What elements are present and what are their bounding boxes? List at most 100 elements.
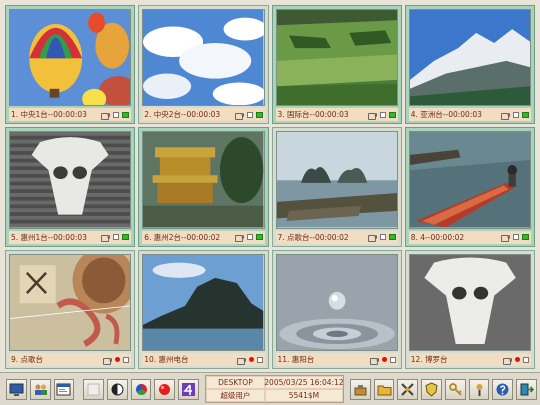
channel-label-2: 2. 中央2台--00:00:03 xyxy=(144,110,221,120)
channel-status-bar-3: 3. 国际台--00:00:03 xyxy=(275,108,398,122)
channel-status-bar-11: 11. 惠阳台 xyxy=(275,353,398,366)
channel-cell-12[interactable]: 12. 博罗台 xyxy=(404,249,535,369)
channel-status-bar-6: 6. 惠州2台--00:00:02 xyxy=(142,230,265,244)
video-feed-1[interactable] xyxy=(9,9,132,107)
camera-icon xyxy=(503,357,512,365)
channel-cell-3[interactable]: 3. 国际台--00:00:03 xyxy=(271,5,402,125)
record-checkbox-1[interactable] xyxy=(113,111,120,118)
channel-label-11: 11. 惠阳台 xyxy=(277,355,315,364)
signal-status-icon xyxy=(388,234,396,241)
key-icon[interactable] xyxy=(444,378,466,400)
color-wheel-icon[interactable] xyxy=(130,378,152,400)
record-checkbox-9[interactable] xyxy=(123,356,130,363)
signal-status-icon xyxy=(255,234,263,241)
channel-label-1: 1. 中央1台--00:00:03 xyxy=(11,110,87,120)
channel-label-12: 12. 博罗台 xyxy=(410,355,448,364)
channel-status-bar-8: 8. 4--00:00:02 xyxy=(408,230,531,244)
record-checkbox-3[interactable] xyxy=(379,111,386,118)
record-checkbox-11[interactable] xyxy=(389,356,396,363)
signal-status-icon xyxy=(122,111,130,118)
camera-icon xyxy=(101,234,111,243)
current-user: 超级用户 xyxy=(205,389,265,402)
record-checkbox-5[interactable] xyxy=(113,234,120,241)
record-indicator-icon xyxy=(381,357,387,362)
video-feed-7[interactable] xyxy=(275,131,398,229)
channel-cell-1[interactable]: 1. 中央1台--00:00:03 xyxy=(5,5,136,125)
channel-status-bar-9: 9. 点歌台 xyxy=(9,353,132,366)
channel-status-bar-10: 10. 惠州电台 xyxy=(142,353,265,366)
video-feed-2[interactable] xyxy=(142,9,265,107)
video-feed-6[interactable] xyxy=(142,131,265,229)
video-feed-12[interactable] xyxy=(408,253,531,351)
record-icon[interactable] xyxy=(468,378,490,400)
video-feed-9[interactable] xyxy=(9,253,132,351)
folder-icon[interactable] xyxy=(373,378,395,400)
channel-status-bar-2: 2. 中央2台--00:00:03 xyxy=(142,108,265,122)
record-indicator-icon xyxy=(248,357,254,362)
channel-cell-11[interactable]: 11. 惠阳台 xyxy=(271,249,402,369)
bottom-toolbar: DESKTOP 2005/03/25 16:04:12 超级用户 5541$M xyxy=(0,372,540,405)
video-feed-8[interactable] xyxy=(408,131,531,229)
camera-icon xyxy=(369,357,379,365)
channel-label-9: 9. 点歌台 xyxy=(11,355,44,364)
channel-cell-4[interactable]: 4. 亚洲台--00:00:03 xyxy=(404,5,535,125)
host-name: DESKTOP xyxy=(205,376,265,389)
blank-icon[interactable] xyxy=(83,378,104,400)
free-space: 5541$M xyxy=(264,389,343,402)
camera-icon xyxy=(101,112,111,120)
shield-icon[interactable] xyxy=(421,378,442,400)
people-icon[interactable] xyxy=(29,378,51,400)
record-checkbox-10[interactable] xyxy=(256,356,263,363)
exit-icon[interactable] xyxy=(516,378,537,400)
channel-cell-9[interactable]: 9. 点歌台 xyxy=(5,249,136,369)
record-checkbox-8[interactable] xyxy=(513,234,519,241)
video-grid: 1. 中央1台--00:00:03 2. 中央2台--00:00:03 3. 国… xyxy=(5,5,535,369)
window-icon[interactable] xyxy=(53,378,75,400)
camera-icon xyxy=(501,112,510,120)
channel-cell-8[interactable]: 8. 4--00:00:02 xyxy=(404,127,535,247)
signal-status-icon xyxy=(388,111,396,118)
signal-status-icon xyxy=(522,111,529,118)
record-checkbox-7[interactable] xyxy=(379,234,386,241)
camera-icon xyxy=(501,234,510,243)
date-time: 2005/03/25 16:04:12 xyxy=(264,376,344,389)
tools-icon[interactable] xyxy=(349,378,371,400)
channel-status-bar-12: 12. 博罗台 xyxy=(408,353,531,366)
camera-icon xyxy=(236,357,246,365)
channel-label-10: 10. 惠州电台 xyxy=(144,355,189,364)
record-indicator-icon xyxy=(115,357,121,362)
camera-icon xyxy=(234,112,244,120)
channel-status-bar-4: 4. 亚洲台--00:00:03 xyxy=(408,108,531,122)
channel-cell-6[interactable]: 6. 惠州2台--00:00:02 xyxy=(138,127,269,247)
channel-cell-2[interactable]: 2. 中央2台--00:00:03 xyxy=(138,5,269,125)
cross-tools-icon[interactable] xyxy=(397,378,419,400)
record-indicator-icon xyxy=(515,357,520,362)
monitor-icon[interactable] xyxy=(6,378,27,400)
help-icon[interactable] xyxy=(492,378,514,400)
record-checkbox-2[interactable] xyxy=(246,111,253,118)
video-feed-4[interactable] xyxy=(408,9,531,107)
number-4-icon[interactable] xyxy=(178,378,199,400)
channel-status-bar-5: 5. 惠州1台--00:00:03 xyxy=(9,230,132,244)
channel-label-7: 7. 点歌台--00:00:02 xyxy=(277,232,349,242)
video-feed-5[interactable] xyxy=(9,131,132,229)
record-checkbox-12[interactable] xyxy=(523,356,529,363)
channel-cell-10[interactable]: 10. 惠州电台 xyxy=(138,249,269,369)
record-checkbox-4[interactable] xyxy=(513,111,519,118)
red-ball-icon[interactable] xyxy=(154,378,176,400)
video-feed-10[interactable] xyxy=(142,253,265,351)
camera-icon xyxy=(367,234,377,243)
contrast-icon[interactable] xyxy=(106,378,128,400)
record-checkbox-6[interactable] xyxy=(246,234,253,241)
signal-status-icon xyxy=(255,111,263,118)
channel-label-4: 4. 亚洲台--00:00:03 xyxy=(410,110,482,120)
channel-cell-7[interactable]: 7. 点歌台--00:00:02 xyxy=(271,127,402,247)
camera-icon xyxy=(367,112,377,120)
video-feed-3[interactable] xyxy=(275,9,398,107)
video-feed-11[interactable] xyxy=(275,253,398,351)
channel-status-bar-7: 7. 点歌台--00:00:02 xyxy=(275,230,398,244)
channel-cell-5[interactable]: 5. 惠州1台--00:00:03 xyxy=(5,127,136,247)
channel-status-bar-1: 1. 中央1台--00:00:03 xyxy=(9,108,132,122)
channel-label-8: 8. 4--00:00:02 xyxy=(410,232,465,242)
channel-label-6: 6. 惠州2台--00:00:02 xyxy=(144,232,221,242)
